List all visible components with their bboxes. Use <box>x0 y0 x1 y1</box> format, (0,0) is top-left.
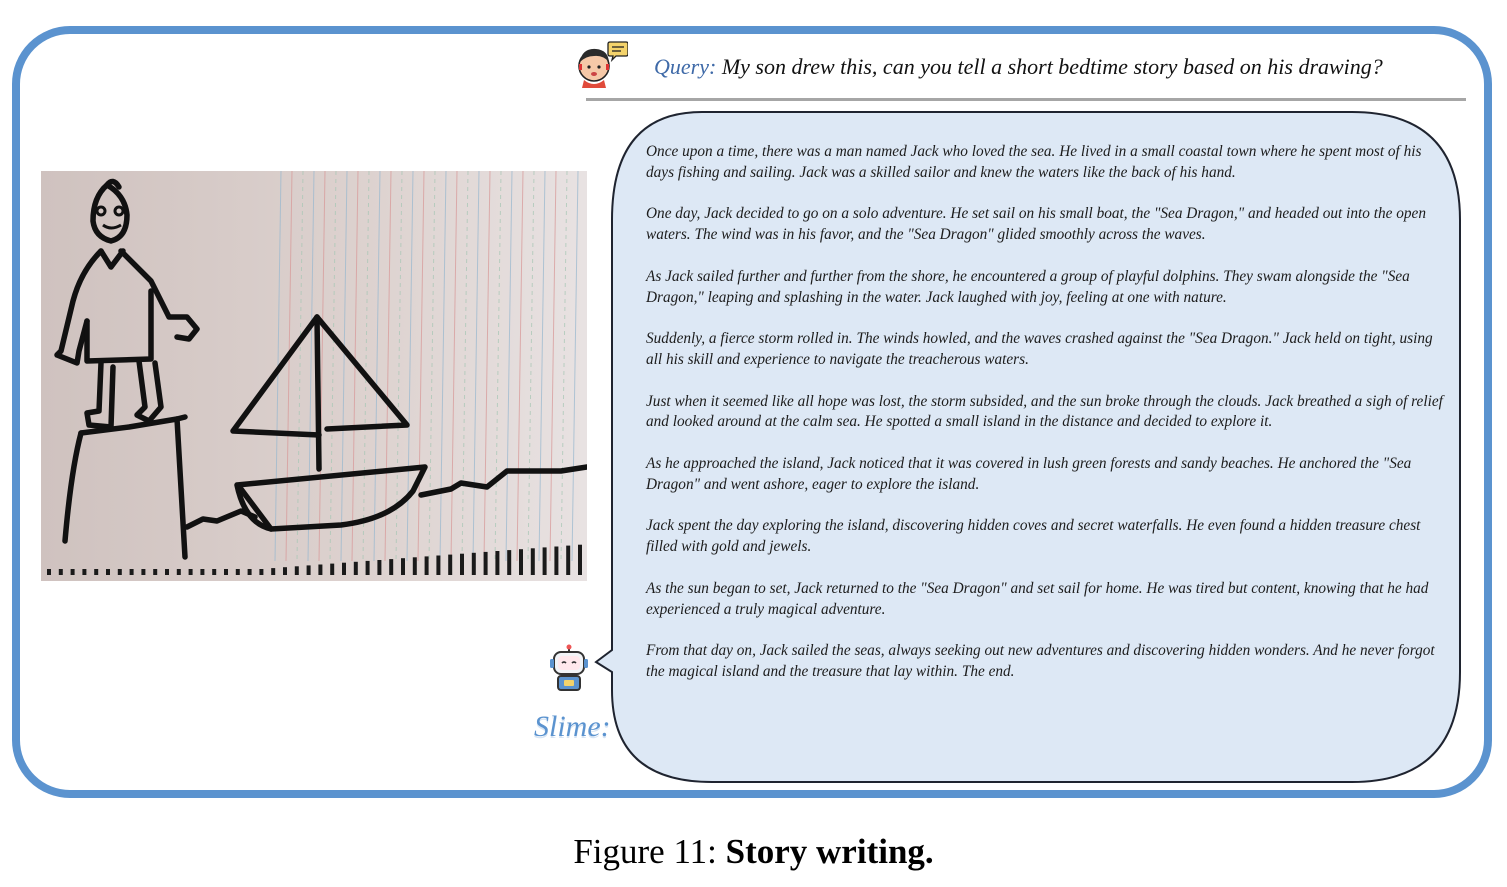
story-paragraph: From that day on, Jack sailed the seas, … <box>646 642 1435 680</box>
figure-caption: Figure 11: Story writing. <box>0 832 1507 872</box>
story-paragraph: One day, Jack decided to go on a solo ad… <box>646 205 1426 244</box>
child-drawing-image <box>41 171 587 581</box>
caption-prefix: Figure 11: <box>573 832 726 871</box>
caption-title: Story writing. <box>725 832 934 871</box>
story-paragraph: Once upon a time, there was a man named … <box>646 143 1422 181</box>
divider <box>586 98 1466 101</box>
query-label: Query: <box>654 54 717 79</box>
story-paragraph: Suddenly, a fierce storm rolled in. The … <box>646 330 1433 368</box>
robot-icon <box>550 644 588 691</box>
query-text: My son drew this, can you tell a short b… <box>716 54 1383 79</box>
query-line: Query: My son drew this, can you tell a … <box>654 54 1383 80</box>
bot-name: Slime: <box>534 710 611 743</box>
story-paragraph: As the sun began to set, Jack returned t… <box>646 579 1429 618</box>
story-paragraph: As Jack sailed further and further from … <box>646 267 1410 306</box>
user-avatar-icon <box>578 41 628 88</box>
story-paragraph: As he approached the island, Jack notice… <box>646 454 1412 493</box>
story-paragraph: Just when it seemed like all hope was lo… <box>646 392 1443 431</box>
story-text: Once upon a time, there was a man named … <box>646 142 1446 704</box>
story-paragraph: Jack spent the day exploring the island,… <box>646 517 1421 556</box>
